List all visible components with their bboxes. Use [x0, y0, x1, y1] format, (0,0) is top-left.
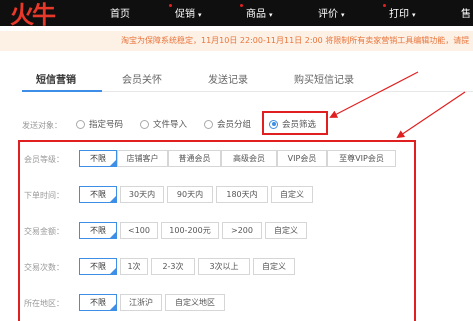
nav-item-promotion[interactable]: 促销 ▾ [169, 4, 202, 20]
tab-member-care[interactable]: 会员关怀 [122, 71, 162, 86]
filter-option[interactable]: 1次 [120, 258, 148, 275]
chevron-down-icon: ▾ [269, 11, 273, 19]
filter-option[interactable]: 普通会员 [168, 150, 221, 167]
filter-option[interactable]: 自定义 [253, 258, 295, 275]
active-tab-indicator [22, 90, 102, 92]
tab-sms-marketing[interactable]: 短信营销 [36, 71, 76, 86]
radio-label: 会员分组 [217, 120, 252, 130]
chevron-down-icon: ▾ [198, 11, 202, 19]
top-nav: 火牛 首页 促销 ▾ 商品 ▾ 评价 ▾ 打印 ▾ 售 [0, 0, 473, 29]
radio-file-import[interactable]: 文件导入 [140, 116, 187, 132]
filter-option[interactable]: 自定义 [271, 186, 313, 203]
filter-option[interactable]: 100-200元 [161, 222, 219, 239]
filter-option[interactable]: 江浙沪 [120, 294, 162, 311]
filter-option[interactable]: 不限 [79, 258, 117, 275]
filter-option[interactable]: VIP会员 [277, 150, 327, 167]
filter-option[interactable]: 自定义地区 [165, 294, 225, 311]
filter-option[interactable]: 90天内 [167, 186, 213, 203]
filter-option[interactable]: 2-3次 [151, 258, 195, 275]
nav-item-label: 商品 [246, 9, 266, 20]
filter-label: 会员等级： [24, 155, 64, 164]
nav-item-reviews[interactable]: 评价 ▾ [318, 5, 345, 20]
nav-item-print[interactable]: 打印 ▾ [383, 4, 416, 20]
filter-option[interactable]: 180天内 [216, 186, 268, 203]
radio-circle [204, 119, 213, 129]
nav-item-label: 打印 [389, 9, 409, 20]
filter-option[interactable]: 3次以上 [198, 258, 250, 275]
red-dot-icon [240, 4, 243, 7]
chevron-down-icon: ▾ [341, 11, 345, 19]
filter-option[interactable]: 不限 [79, 222, 117, 239]
filter-option[interactable]: 不限 [79, 150, 117, 167]
nav-item-label: 首页 [110, 9, 130, 20]
radio-label: 文件导入 [153, 120, 188, 130]
tab-bar: 短信营销 会员关怀 发送记录 购买短信记录 [22, 68, 473, 92]
nav-item-home[interactable]: 首页 [110, 5, 130, 20]
notice-text: 淘宝为保障系统稳定，11月10日 22:00-11月11日 2:00 将限制所有… [121, 36, 470, 45]
highlight-box [262, 111, 328, 135]
nav-item-label: 促销 [175, 9, 195, 20]
filter-option[interactable]: 30天内 [120, 186, 164, 203]
filter-option[interactable]: 自定义 [265, 222, 307, 239]
filter-option[interactable]: 高级会员 [221, 150, 277, 167]
brand-logo[interactable]: 火牛 [10, 0, 56, 30]
filter-label: 下单时间： [24, 191, 64, 200]
nav-item-label: 售 [461, 9, 471, 20]
nav-item-aftersales[interactable]: 售 [461, 5, 471, 20]
tab-send-records[interactable]: 发送记录 [208, 71, 248, 86]
filter-option[interactable]: <100 [120, 222, 158, 239]
filter-label: 交易金额： [24, 227, 64, 236]
tab-purchase-records[interactable]: 购买短信记录 [294, 71, 354, 86]
radio-circle [140, 119, 149, 129]
arrow-to-filter-panel [396, 91, 466, 139]
filter-label: 交易次数： [24, 263, 64, 272]
filter-option[interactable]: 店铺客户 [117, 150, 168, 167]
filter-option[interactable]: 至尊VIP会员 [327, 150, 396, 167]
radio-specified-numbers[interactable]: 指定号码 [76, 116, 123, 132]
radio-member-group[interactable]: 会员分组 [204, 116, 251, 132]
red-dot-icon [169, 4, 172, 7]
send-target-label: 发送对象： [22, 121, 62, 130]
nav-item-label: 评价 [318, 9, 338, 20]
notice-bar: 淘宝为保障系统稳定，11月10日 22:00-11月11日 2:00 将限制所有… [0, 31, 473, 51]
filter-option[interactable]: 不限 [79, 294, 117, 311]
filter-label: 所在地区： [24, 299, 64, 308]
radio-circle [76, 119, 85, 129]
red-dot-icon [383, 4, 386, 7]
nav-item-products[interactable]: 商品 ▾ [240, 4, 273, 20]
filter-option[interactable]: >200 [222, 222, 262, 239]
chevron-down-icon: ▾ [412, 11, 416, 19]
filter-option[interactable]: 不限 [79, 186, 117, 203]
radio-label: 指定号码 [89, 120, 124, 130]
